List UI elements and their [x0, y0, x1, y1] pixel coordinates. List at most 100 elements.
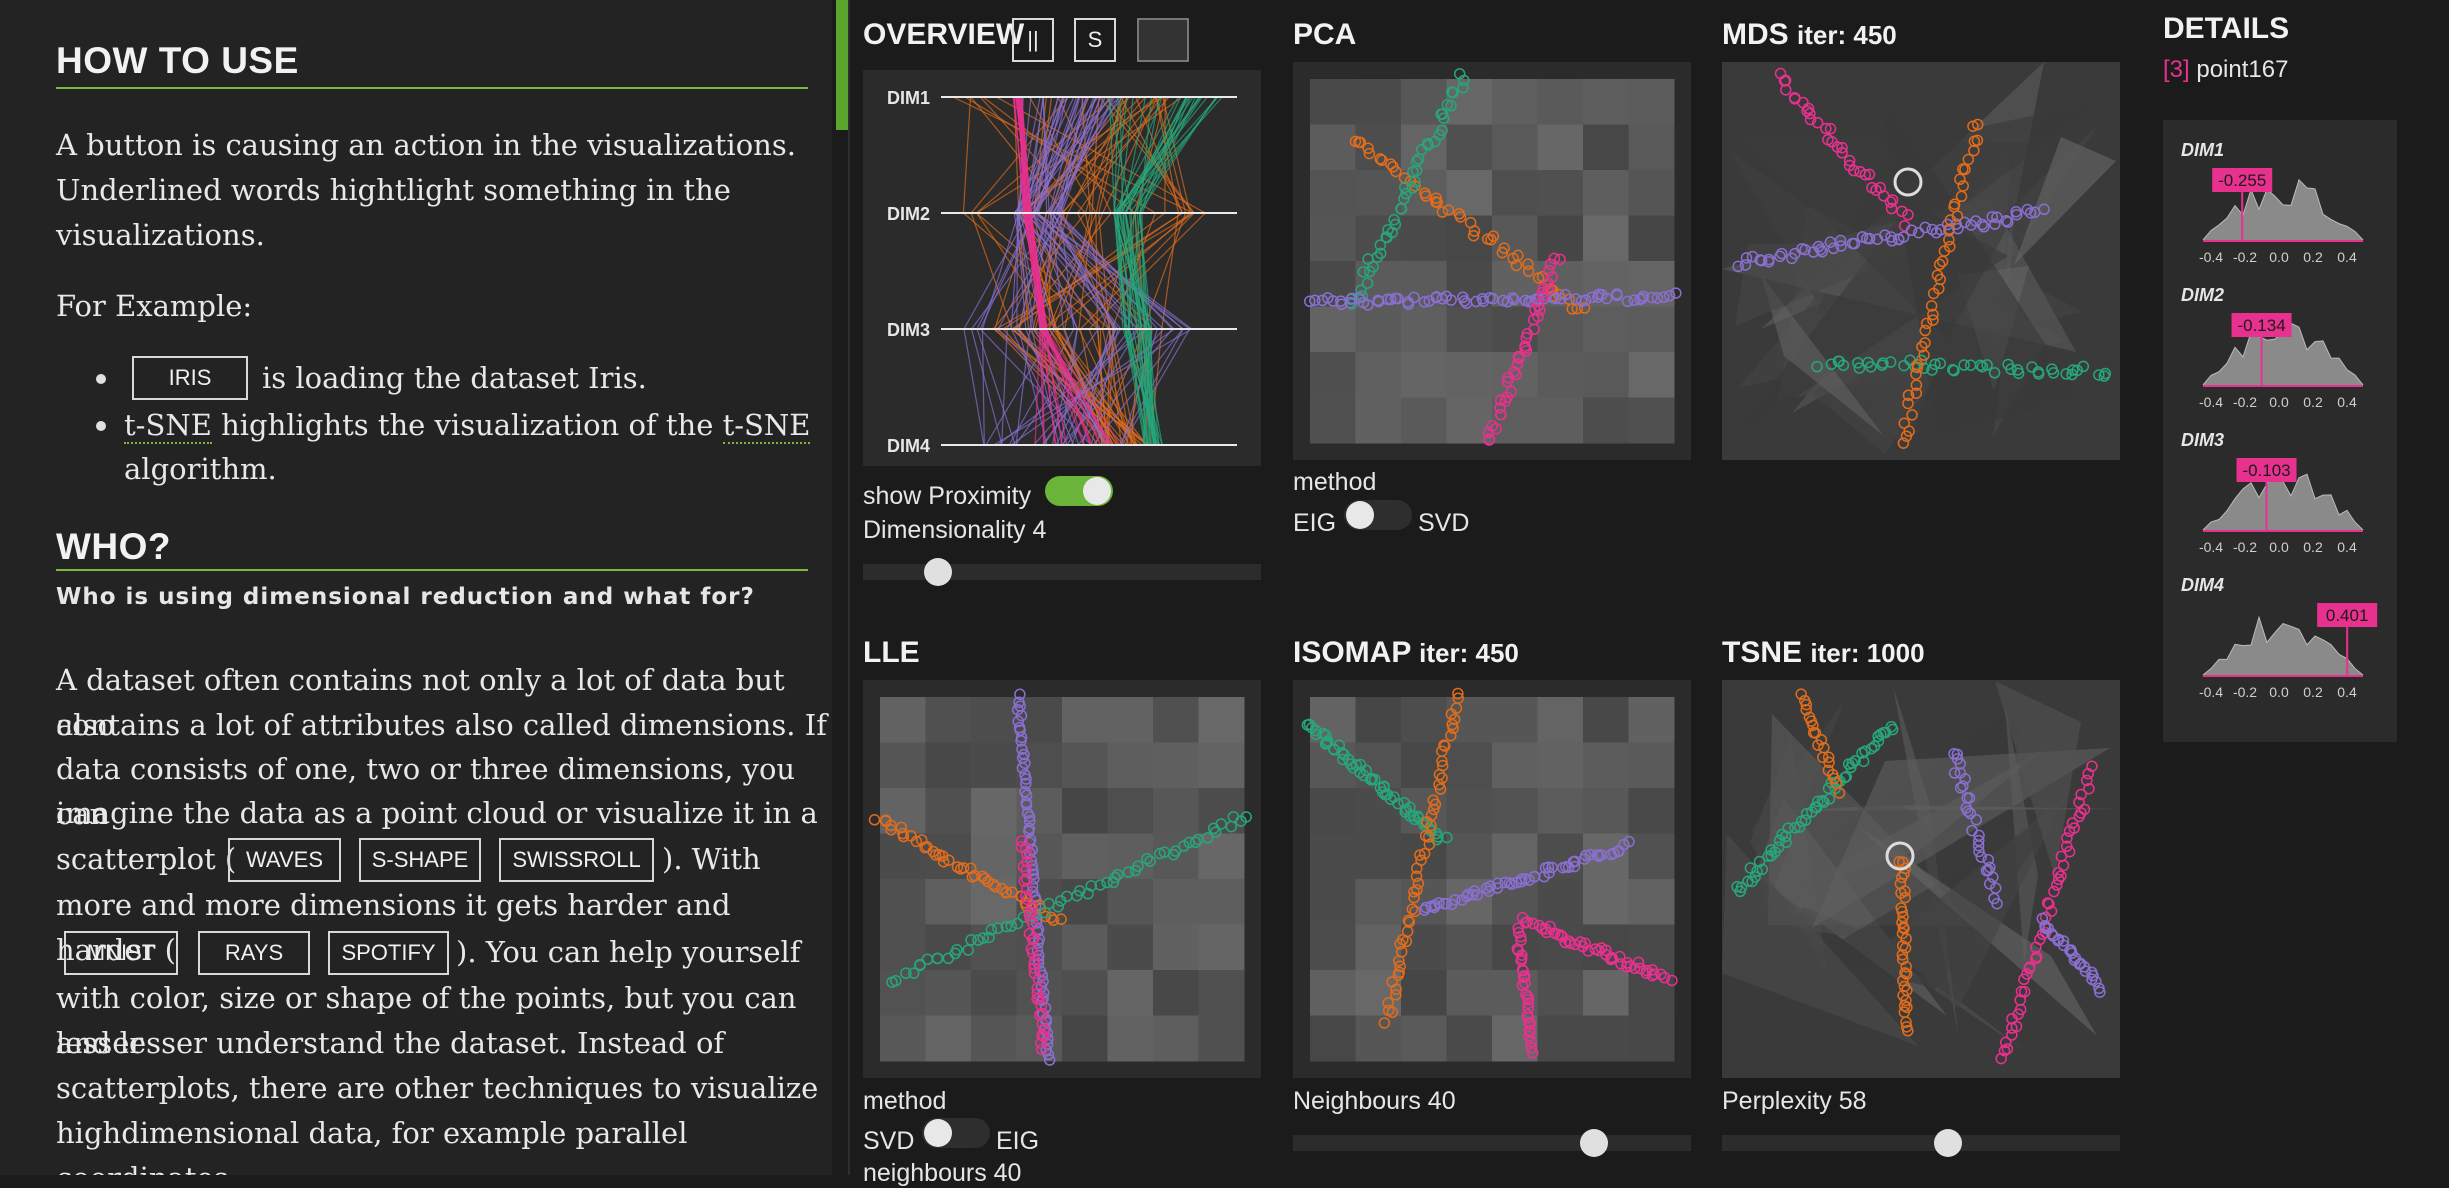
- bullet: [96, 421, 106, 431]
- parallel-coordinates-panel[interactable]: DIM1 DIM2 DIM3 DIM4: [863, 70, 1261, 466]
- tsne-highlight-link[interactable]: t-SNE: [124, 408, 212, 444]
- density-tile: [1153, 924, 1199, 971]
- density-tile: [1492, 742, 1538, 789]
- tsne-perplexity-handle[interactable]: [1934, 1129, 1962, 1157]
- density-tile: [1062, 970, 1108, 1016]
- tick-label: 0.2: [2303, 394, 2323, 410]
- density-tile: [1583, 879, 1629, 925]
- bullet: [96, 374, 106, 384]
- spotify-button[interactable]: SPOTIFY: [328, 931, 449, 975]
- density-tile: [1492, 788, 1538, 834]
- density-tile: [1153, 697, 1199, 743]
- density-tile: [1062, 742, 1108, 789]
- isomap-iter: iter: 450: [1419, 638, 1519, 668]
- iris-button[interactable]: IRIS: [132, 356, 248, 400]
- isomap-title: ISOMAP: [1293, 636, 1411, 669]
- pca-method-toggle[interactable]: [1344, 500, 1412, 530]
- isomap-scatterplot: [1301, 687, 1678, 1062]
- density-tile: [1153, 970, 1199, 1016]
- density-tile: [1628, 79, 1675, 125]
- density-tile: [1583, 742, 1629, 789]
- density-tile: [1446, 306, 1493, 353]
- density-tile: [1628, 697, 1675, 743]
- tsne-perplexity-slider[interactable]: [1722, 1135, 2120, 1151]
- density-tile: [1062, 697, 1108, 743]
- density-tile: [971, 742, 1017, 789]
- density-tile: [925, 697, 972, 743]
- waves-button[interactable]: WAVES: [228, 838, 341, 882]
- histogram-dim-label: DIM1: [2181, 140, 2224, 160]
- tick-label: -0.2: [2233, 249, 2257, 265]
- mds-panel[interactable]: [1722, 62, 2120, 460]
- parallel-view-button[interactable]: ||: [1012, 18, 1054, 62]
- density-tile: [1107, 742, 1154, 789]
- density-tile: [1583, 124, 1629, 171]
- axis-label: DIM1: [887, 88, 930, 108]
- bullet1-text: is loading the dataset Iris.: [262, 361, 647, 395]
- mds-iter: iter: 450: [1797, 20, 1897, 50]
- density-tile: [1355, 352, 1402, 398]
- tick-label: 0.0: [2269, 249, 2289, 265]
- isomap-neighbours-handle[interactable]: [1580, 1129, 1608, 1157]
- histogram-dim-label: DIM3: [2181, 430, 2224, 450]
- pca-panel[interactable]: [1293, 62, 1691, 460]
- isomap-panel[interactable]: [1293, 680, 1691, 1078]
- lle-eig-option: EIG: [996, 1127, 1040, 1155]
- scatter-pre-text: scatterplot (: [56, 842, 237, 876]
- bullet2-mid-text: highlights the visualization of the: [221, 408, 714, 442]
- density-tile: [1628, 833, 1675, 880]
- toggle-knob: [1083, 477, 1111, 505]
- tick-label: -0.2: [2233, 539, 2257, 555]
- density-tile: [1537, 1015, 1584, 1062]
- rays-button[interactable]: RAYS: [198, 931, 310, 975]
- density-tile: [1355, 697, 1402, 743]
- density-tile: [1537, 697, 1584, 743]
- show-proximity-toggle[interactable]: [1045, 476, 1113, 506]
- density-tile: [880, 924, 926, 971]
- density-tile: [1198, 742, 1245, 789]
- tsne-perplexity-label: Perplexity 58: [1722, 1087, 1867, 1115]
- mnist-button[interactable]: MNIST: [64, 931, 178, 975]
- lle-method-toggle[interactable]: [922, 1118, 990, 1148]
- tick-label: 0.0: [2269, 394, 2289, 410]
- isomap-neighbours-label: Neighbours 40: [1293, 1087, 1456, 1115]
- tick-label: -0.4: [2199, 684, 2223, 700]
- density-tile: [1355, 742, 1402, 789]
- para-line: and lesser understand the dataset. Inste…: [56, 1026, 725, 1060]
- density-tile: [1537, 879, 1584, 925]
- scrollbar-thumb[interactable]: [836, 0, 848, 130]
- density-tile: [1401, 352, 1447, 398]
- density-tile: [1628, 788, 1675, 834]
- density-tile: [1401, 924, 1447, 971]
- dimensionality-slider-handle[interactable]: [924, 558, 952, 586]
- tick-label: 0.4: [2337, 394, 2357, 410]
- density-tile: [1537, 742, 1584, 789]
- s-shape-button[interactable]: S-SHAPE: [359, 838, 481, 882]
- density-tile: [1537, 124, 1584, 171]
- lle-neighbours-label: neighbours 40: [863, 1159, 1022, 1187]
- tsne-panel[interactable]: [1722, 680, 2120, 1078]
- density-tile: [1492, 79, 1538, 125]
- dimensionality-slider[interactable]: [863, 564, 1261, 580]
- density-tile: [1401, 697, 1447, 743]
- density-tile: [1198, 833, 1245, 880]
- isomap-neighbours-slider[interactable]: [1293, 1135, 1691, 1151]
- density-tile: [880, 1015, 926, 1062]
- for-example-label: For Example:: [56, 289, 253, 323]
- density-tile: [1310, 124, 1356, 171]
- density-tile: [1401, 1015, 1447, 1062]
- tsne-highlight-link-2[interactable]: t-SNE: [722, 408, 811, 444]
- how-to-use-heading: HOW TO USE: [56, 40, 299, 81]
- density-tile: [1310, 924, 1356, 971]
- density-tile: [1446, 970, 1493, 1016]
- value-badge-text: -0.103: [2242, 461, 2290, 480]
- density-tile: [1310, 397, 1356, 444]
- swissroll-button[interactable]: SWISSROLL: [499, 838, 654, 882]
- scatter-view-button[interactable]: S: [1074, 18, 1116, 62]
- lle-panel[interactable]: [863, 680, 1261, 1078]
- value-badge-text: -0.134: [2237, 316, 2285, 335]
- details-title: DETAILS: [2163, 12, 2290, 45]
- density-tile: [1583, 1015, 1629, 1062]
- density-tile: [1401, 215, 1447, 262]
- disabled-view-button[interactable]: [1137, 18, 1189, 62]
